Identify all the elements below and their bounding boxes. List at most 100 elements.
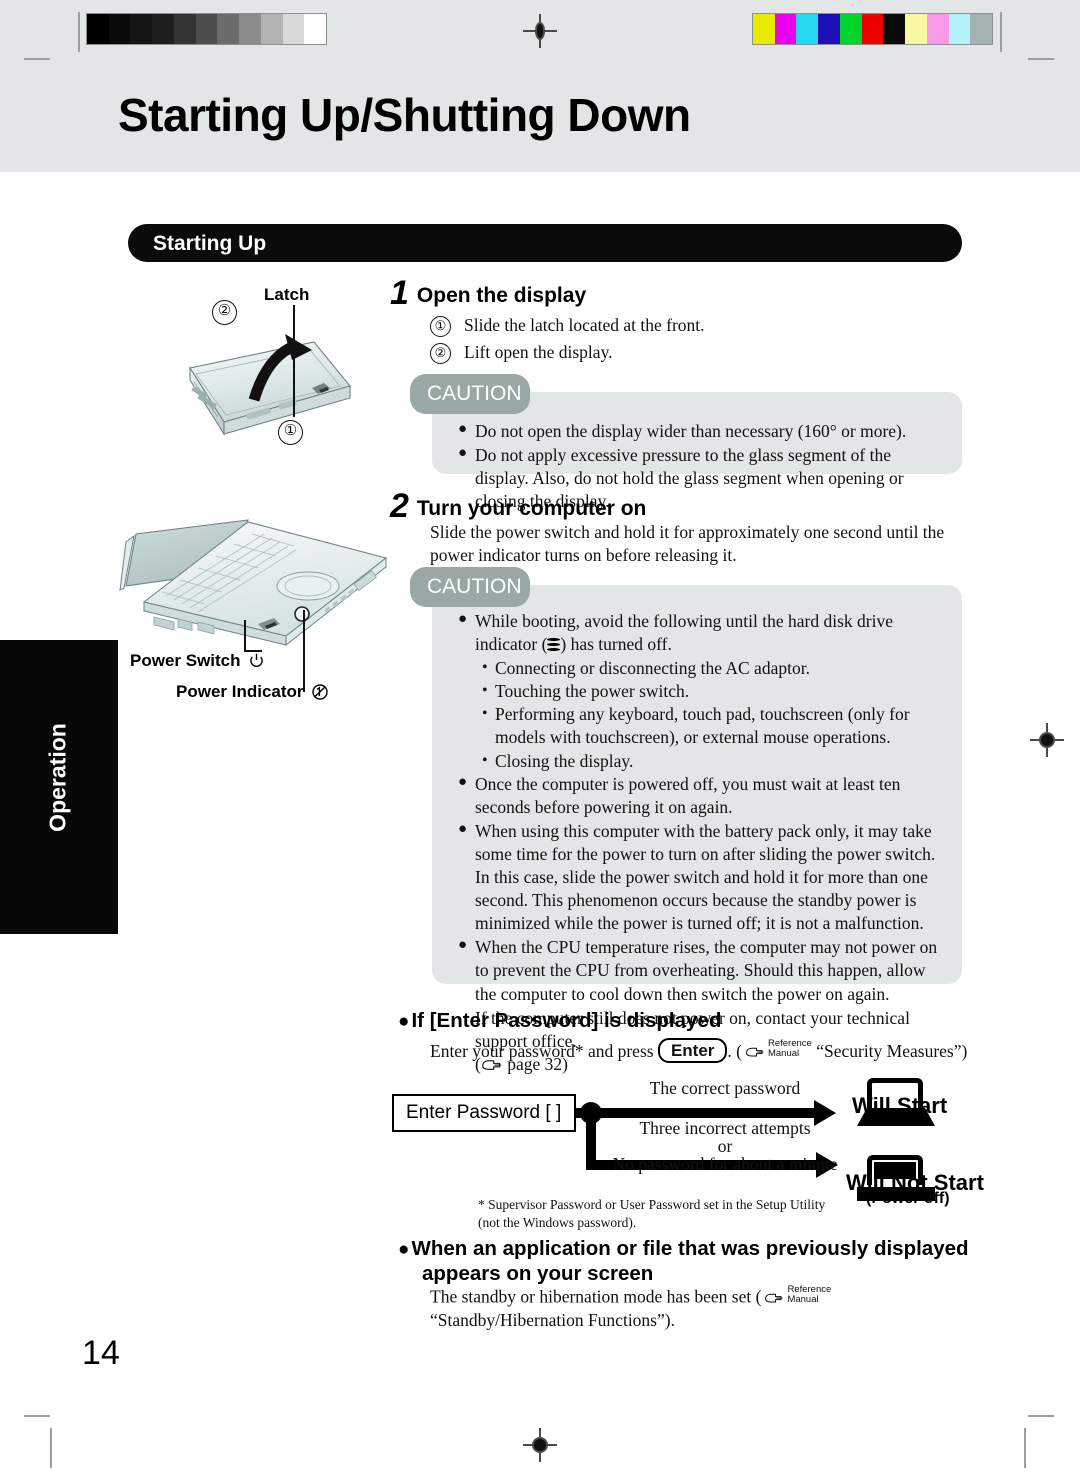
section-header-label: Starting Up	[153, 232, 267, 255]
grayscale-swatch	[108, 14, 131, 44]
step-1-number: 1	[390, 274, 409, 312]
color-calibration-bar	[752, 13, 993, 45]
grayscale-swatch	[195, 14, 218, 44]
power-indicator-symbol-icon	[312, 684, 328, 700]
power-indicator-leader-line	[303, 610, 305, 692]
password-intro-before: Enter your password* and press	[430, 1041, 654, 1061]
bullet-dot-icon: ●	[458, 937, 468, 954]
power-switch-callout: Power Switch	[130, 651, 264, 671]
step-2-intro-text: Slide the power switch and hold it for a…	[430, 522, 945, 566]
page-number: 14	[82, 1334, 120, 1372]
grayscale-swatch	[304, 14, 327, 44]
password-section-heading: ●If [Enter Password] is displayed	[398, 1008, 721, 1033]
section-header-starting-up: Starting Up	[128, 224, 962, 262]
crop-mark-bottom-left	[24, 1415, 50, 1417]
subbullet-dot-icon: •	[482, 682, 488, 700]
laptop-closed-illustration	[189, 334, 351, 436]
caution-box-step-2: CAUTION ● While booting, avoid the follo…	[410, 567, 962, 1074]
password-section-heading-label: If [Enter Password] is displayed	[411, 1009, 722, 1032]
registration-mark-bottom	[523, 1428, 557, 1462]
registration-mark-top	[523, 14, 557, 48]
app-section-heading-line1: When an application or file that was pre…	[411, 1237, 969, 1260]
reference-manual-tag: Reference Manual	[787, 1285, 831, 1304]
step-2-number: 2	[390, 487, 409, 525]
color-swatch	[883, 14, 906, 44]
power-switch-leader-line	[244, 620, 246, 652]
reference-manual-line2: Manual	[787, 1293, 819, 1305]
caution-bullet: ● When using this computer with the batt…	[458, 820, 944, 935]
caution-tag: CAUTION	[410, 374, 530, 414]
step-1-substeps: ① Slide the latch located at the front. …	[430, 314, 950, 368]
page-title: Starting Up/Shutting Down	[118, 89, 691, 141]
pointing-hand-icon	[746, 1047, 764, 1057]
caution-subbullet: • Performing any keyboard, touch pad, to…	[482, 703, 944, 749]
flow-label-no-password: No password for about a minute	[612, 1154, 838, 1174]
bullet-dot-icon: ●	[458, 421, 468, 437]
flow-label-correct-password: The correct password	[649, 1078, 801, 1098]
step-1-heading: 1 Open the display	[390, 274, 586, 313]
sidebar-tab-operation: Operation	[0, 640, 118, 934]
color-swatch	[905, 14, 927, 44]
grayscale-swatch	[173, 14, 196, 44]
caution-tag: CAUTION	[410, 567, 530, 607]
bullet-dot-icon: ●	[458, 445, 468, 462]
password-ref-title: “Security Measures”)	[816, 1041, 968, 1061]
grayscale-swatch	[239, 14, 261, 44]
latch-callout-label: Latch	[264, 285, 310, 304]
app-body-after: “Standby/Hibernation Functions”).	[430, 1309, 675, 1330]
enter-key-button[interactable]: Enter	[657, 1038, 728, 1064]
crop-rule-bottom-left	[50, 1428, 52, 1468]
crop-mark-bottom-right	[1028, 1415, 1054, 1417]
crop-mark-top-left	[24, 58, 50, 60]
caution-box-step-1: CAUTION ● Do not open the display wider …	[410, 374, 962, 511]
color-swatch	[774, 14, 797, 44]
caution-body: ● While booting, avoid the following unt…	[458, 610, 944, 1076]
app-section-heading-line2: appears on your screen	[422, 1262, 654, 1286]
power-indicator-callout-label: Power Indicator	[176, 682, 304, 701]
color-swatch	[861, 14, 884, 44]
will-start-label: Will Start	[852, 1093, 948, 1118]
laptop-open-illustration	[119, 519, 388, 647]
list-item: ② Lift open the display.	[430, 341, 950, 365]
substep-text: Lift open the display.	[464, 342, 613, 363]
color-swatch	[839, 14, 862, 44]
caution-tag-label: CAUTION	[427, 382, 522, 405]
manual-page: Starting Up/Shutting Down Starting Up Op…	[0, 0, 1080, 1479]
bullet-dot-icon: ●	[458, 820, 468, 837]
crop-rule-right	[1000, 12, 1002, 52]
bullet-dot-icon: ●	[458, 611, 468, 627]
caution-bullet-text: While booting, avoid the following until…	[475, 610, 944, 656]
caution-bullet: ● Do not open the display wider than nec…	[458, 420, 944, 443]
caution-subbullet-text: Performing any keyboard, touch pad, touc…	[495, 704, 910, 748]
grayscale-swatch	[217, 14, 240, 44]
password-intro-line: Enter your password* and press Enter. (R…	[430, 1038, 990, 1064]
caution-bullet-text: When using this computer with the batter…	[475, 820, 936, 934]
caution-subbullet: • Closing the display.	[482, 750, 944, 773]
power-symbol-icon	[250, 653, 264, 667]
caution-bullet-text: Once the computer is powered off, you mu…	[475, 773, 901, 817]
grayscale-swatch	[152, 14, 174, 44]
caution-bullet: ● While booting, avoid the following unt…	[458, 610, 944, 656]
crop-rule-left	[78, 12, 80, 52]
grayscale-swatch	[87, 14, 109, 44]
crop-rule-bottom-right	[1024, 1428, 1026, 1468]
caution-bullet: ● When the CPU temperature rises, the co…	[458, 936, 944, 1005]
caution-tag-label: CAUTION	[427, 575, 522, 598]
pointing-hand-icon	[765, 1293, 783, 1303]
hdd-bullet-text-before: While booting, avoid the following until…	[475, 611, 893, 655]
enter-password-box[interactable]: Enter Password [ ]	[392, 1094, 576, 1132]
grayscale-calibration-bar	[86, 13, 327, 45]
subbullet-dot-icon: •	[482, 705, 488, 723]
latch-step-marker-1: ①	[278, 420, 303, 445]
grayscale-swatch	[260, 14, 283, 44]
bullet-dot-icon: ●	[458, 773, 468, 790]
caution-bullet: ● Once the computer is powered off, you …	[458, 773, 944, 819]
caution-bullet-text: When the CPU temperature rises, the comp…	[475, 937, 938, 1004]
app-section-heading: ●When an application or file that was pr…	[398, 1236, 978, 1286]
caution-subbullet-text: Touching the power switch.	[495, 681, 690, 702]
power-indicator-callout: Power Indicator	[176, 682, 328, 702]
substep-marker: ①	[430, 316, 451, 337]
substep-marker: ②	[430, 343, 451, 365]
bullet-dot-icon: ●	[398, 1239, 410, 1260]
app-body-before: The standby or hibernation mode has been…	[430, 1286, 762, 1307]
